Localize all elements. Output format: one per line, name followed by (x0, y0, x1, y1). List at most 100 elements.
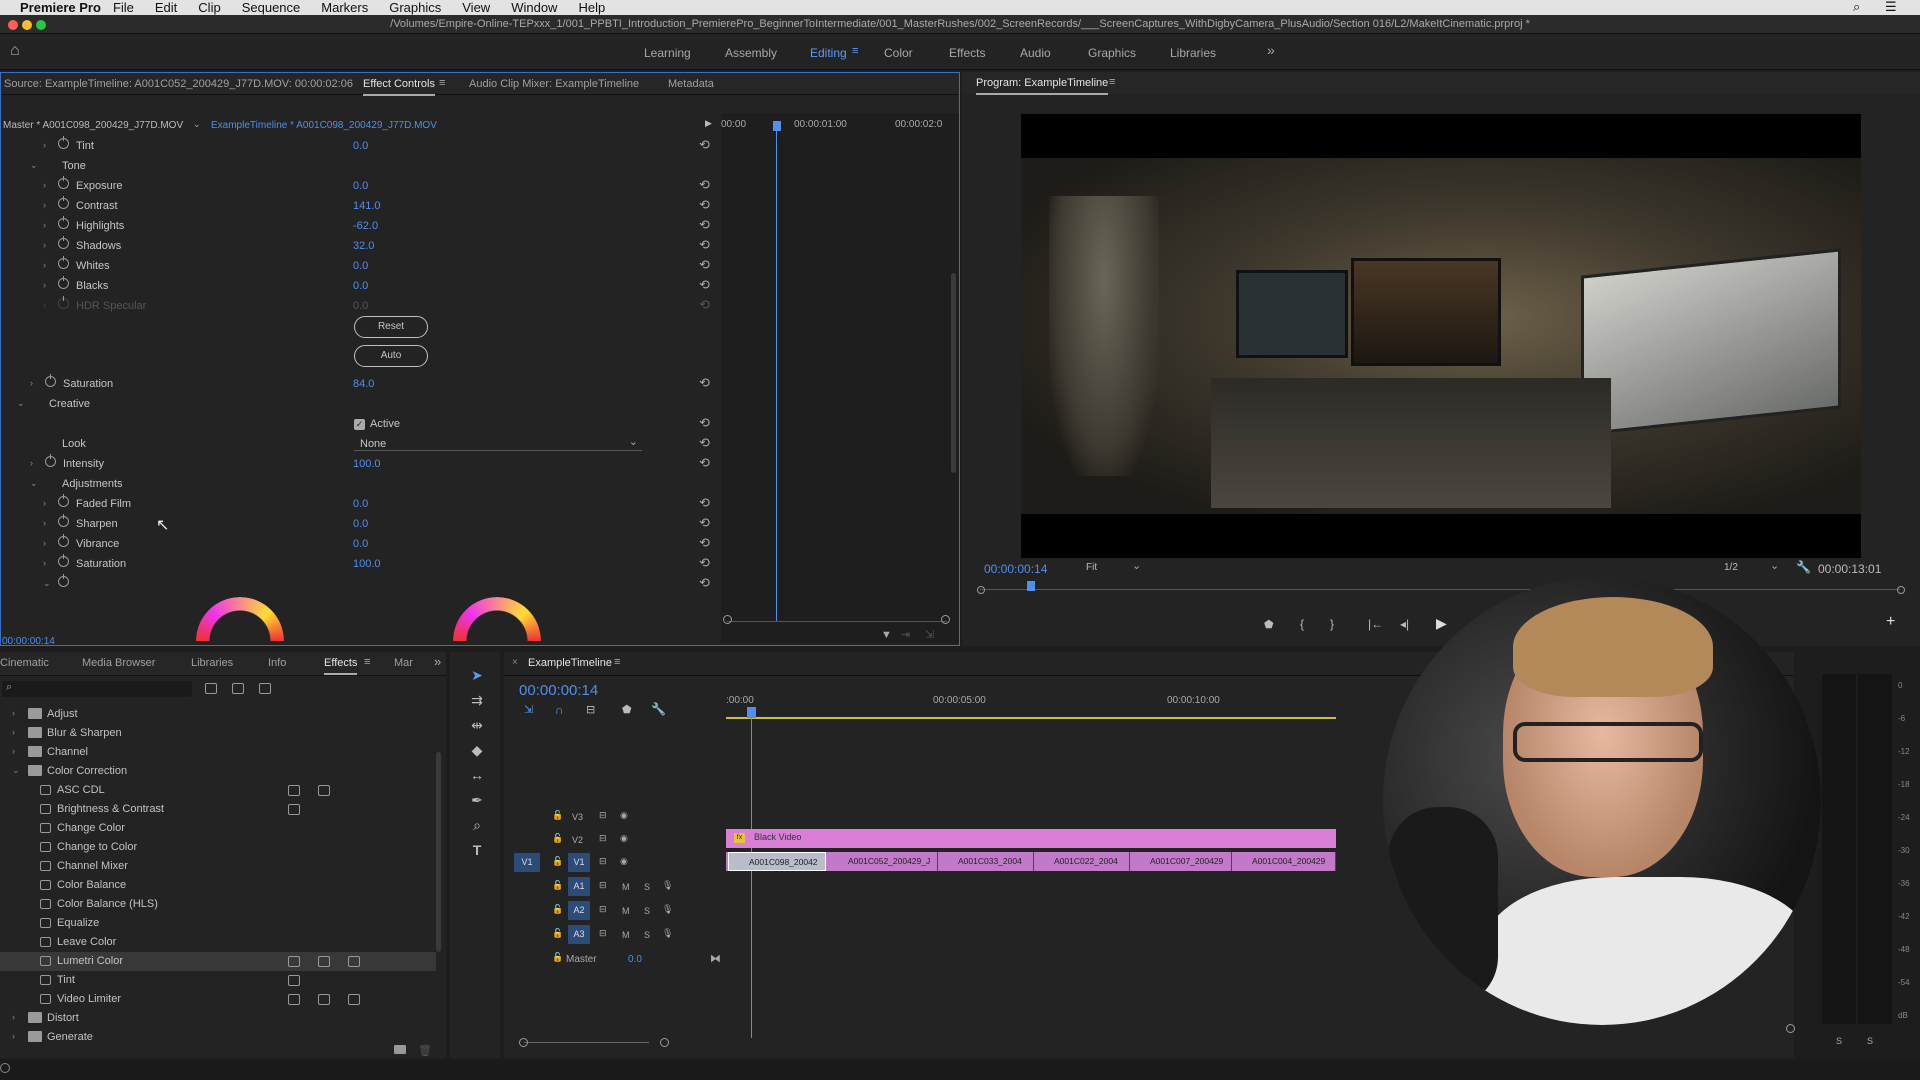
chevron-down-icon[interactable]: ⌄ (193, 119, 201, 130)
stopwatch-icon[interactable] (58, 236, 69, 249)
mute-icon[interactable]: M (622, 906, 630, 916)
effect-color-balance-hls[interactable]: Color Balance (HLS) (0, 895, 436, 914)
panel-menu-icon[interactable]: ≡ (364, 656, 370, 668)
prop-highlights[interactable]: › Highlights -62.0 ⟲ (1, 216, 721, 237)
program-scrubber[interactable] (980, 589, 1900, 590)
search-icon[interactable]: ⌕ (1853, 0, 1860, 15)
prop-exposure[interactable]: › Exposure 0.0 ⟲ (1, 176, 721, 197)
prop-active[interactable]: ✓ Active ⟲ (1, 415, 721, 435)
panel-menu-icon[interactable]: ≡ (614, 656, 620, 668)
panel-menu-icon[interactable]: ≡ (1109, 76, 1115, 88)
workspace-assembly[interactable]: Assembly (725, 46, 777, 60)
reset-param-icon[interactable]: ⟲ (699, 555, 710, 571)
close-window-icon[interactable] (8, 20, 18, 30)
menu-help[interactable]: Help (578, 0, 605, 15)
workspace-graphics[interactable]: Graphics (1088, 46, 1136, 60)
stopwatch-icon[interactable] (58, 196, 69, 209)
ec-playhead[interactable] (773, 121, 781, 131)
track-v3-header[interactable]: 🔓 V3 ⊟ ◉ (544, 807, 684, 827)
master-value[interactable]: 0.0 (628, 954, 642, 965)
filter-icon[interactable]: ▼ (881, 629, 892, 641)
clip-a001c033[interactable]: A001C033_2004 (938, 852, 1034, 871)
prop-value[interactable]: 141.0 (353, 200, 381, 212)
32bit-filter-icon[interactable] (232, 683, 244, 694)
lock-icon[interactable]: 🔓 (552, 856, 563, 867)
active-checkbox[interactable]: ✓ (354, 419, 365, 430)
delete-icon[interactable]: 🗑 (418, 1044, 432, 1057)
group-tone[interactable]: ⌄ Tone (1, 157, 721, 177)
effect-brightness-contrast[interactable]: Brightness & Contrast (0, 800, 436, 819)
resolution-dropdown[interactable]: 1/2 ⌄ (1724, 560, 1782, 576)
reset-param-icon[interactable]: ⟲ (699, 277, 710, 293)
expand-icon[interactable]: › (43, 240, 46, 250)
program-playhead[interactable] (1027, 581, 1035, 591)
prop-saturation[interactable]: › Saturation 84.0 ⟲ (1, 374, 721, 395)
expand-icon[interactable]: › (43, 180, 46, 190)
effect-video-limiter[interactable]: Video Limiter (0, 990, 436, 1009)
expand-icon[interactable]: › (43, 538, 46, 548)
chevron-down-icon[interactable]: ⌄ (30, 478, 38, 489)
yuv-filter-icon[interactable] (259, 683, 271, 694)
stopwatch-icon[interactable] (58, 574, 69, 587)
ec-zoom-bar[interactable] (727, 621, 947, 622)
stopwatch-icon[interactable] (58, 494, 69, 507)
prop-value[interactable]: 84.0 (353, 378, 374, 390)
video-frame[interactable] (1021, 114, 1861, 558)
new-bin-icon[interactable] (394, 1045, 406, 1054)
snap-icon[interactable]: ∩ (555, 703, 564, 717)
tab-cinematic[interactable]: Cinematic (0, 657, 49, 669)
reset-param-icon[interactable]: ⟲ (699, 237, 710, 253)
effects-search-input[interactable]: ⌕ (2, 681, 192, 697)
pen-tool-icon[interactable]: ✒ (468, 792, 486, 810)
ec-zoom-handle-left[interactable] (723, 615, 732, 624)
toggle-sync-icon[interactable]: ⊟ (599, 928, 607, 939)
prop-value[interactable]: 0.0 (353, 260, 368, 272)
section-creative[interactable]: ⌄ Creative (1, 395, 721, 415)
toggle-sync-icon[interactable]: ⊟ (599, 810, 607, 821)
minimize-window-icon[interactable] (22, 20, 32, 30)
tab-effect-controls[interactable]: Effect Controls (363, 78, 435, 96)
effect-asc-cdl[interactable]: ASC CDL (0, 781, 436, 800)
work-area-bar[interactable] (726, 717, 1336, 719)
effect-change-color[interactable]: Change Color (0, 819, 436, 838)
prop-value[interactable]: -62.0 (353, 220, 378, 232)
add-marker-icon[interactable]: ⬟ (1264, 618, 1274, 631)
scrub-handle-right[interactable] (1897, 586, 1905, 594)
zoom-tool-icon[interactable]: ⌕ (468, 817, 486, 835)
folder-blur-sharpen[interactable]: › Blur & Sharpen (0, 724, 436, 743)
workspace-libraries[interactable]: Libraries (1170, 46, 1216, 60)
microphone-icon[interactable]: 🎙 (662, 904, 673, 915)
solo-icon[interactable]: S (644, 882, 650, 892)
workspace-audio[interactable]: Audio (1020, 46, 1051, 60)
source-patch-v1[interactable]: V1 (514, 853, 540, 872)
stopwatch-icon[interactable] (58, 136, 69, 149)
play-only-icon[interactable]: ▶ (705, 118, 712, 129)
workspace-color[interactable]: Color (884, 46, 913, 60)
prop-vibrance[interactable]: › Vibrance 0.0 ⟲ (1, 534, 721, 555)
razor-tool-icon[interactable]: ◆ (468, 742, 486, 760)
sequence-clip-label[interactable]: ExampleTimeline * A001C098_200429_J77D.M… (211, 120, 437, 131)
reset-param-icon[interactable]: ⟲ (699, 435, 710, 451)
toggle-sync-icon[interactable]: ⊟ (599, 856, 607, 867)
microphone-icon[interactable]: 🎙 (662, 928, 673, 939)
timeline-playhead[interactable] (747, 707, 756, 718)
prop-value[interactable]: 32.0 (353, 240, 374, 252)
folder-adjust[interactable]: › Adjust (0, 705, 436, 724)
reset-param-icon[interactable]: ⟲ (699, 217, 710, 233)
expand-icon[interactable]: › (12, 1031, 15, 1041)
workspace-editing[interactable]: Editing (810, 46, 847, 60)
program-timecode[interactable]: 00:00:00:14 (984, 562, 1047, 576)
stopwatch-icon[interactable] (58, 256, 69, 269)
expand-icon[interactable]: › (43, 220, 46, 230)
clip-black-video[interactable]: fx Black Video (726, 829, 1336, 848)
expand-icon[interactable]: › (43, 558, 46, 568)
go-to-in-icon[interactable]: |← (1368, 617, 1383, 631)
menu-edit[interactable]: Edit (155, 0, 177, 15)
meter-solo-right[interactable]: S (1867, 1036, 1873, 1046)
expand-icon[interactable]: › (12, 1012, 15, 1022)
track-a2-header[interactable]: 🔓 A2 ⊟ M S 🎙 (544, 901, 694, 921)
selection-tool-icon[interactable]: ➤ (468, 667, 486, 685)
prop-value[interactable]: 0.0 (353, 518, 368, 530)
prop-look[interactable]: Look None ⌄ ⟲ (1, 435, 721, 455)
prop-shadows[interactable]: › Shadows 32.0 ⟲ (1, 236, 721, 257)
